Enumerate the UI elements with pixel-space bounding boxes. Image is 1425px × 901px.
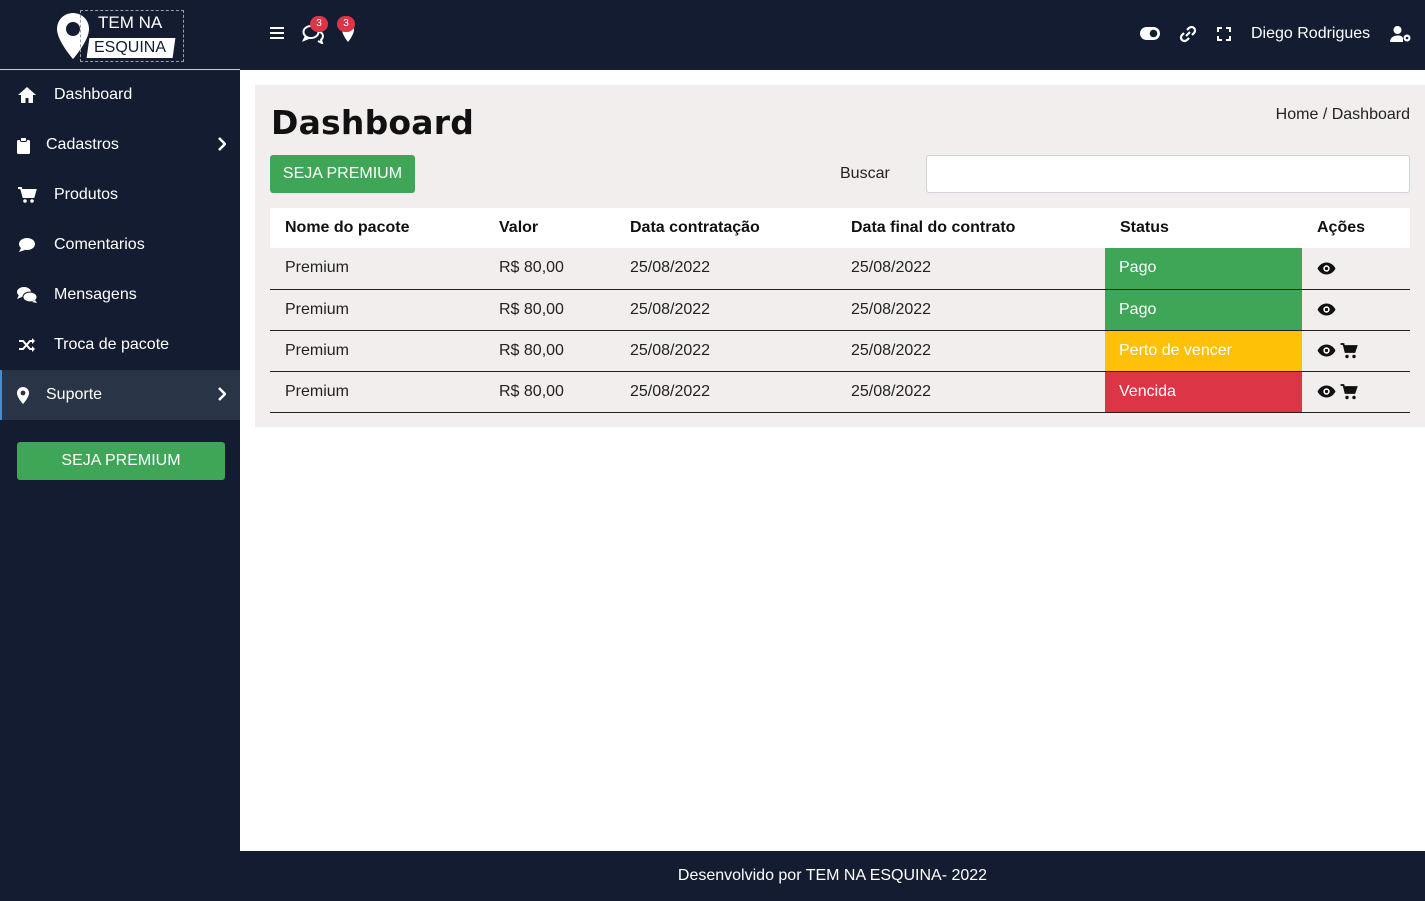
fullscreen-icon[interactable] [1217,27,1231,41]
column-header: Status [1105,208,1302,248]
contract-end-date: 25/08/2022 [836,371,1105,413]
package-value: R$ 80,00 [484,248,615,290]
contract-end-date: 25/08/2022 [836,289,1105,331]
packages-table: Nome do pacote Valor Data contratação Da… [270,208,1410,413]
sidebar-item-dashboard[interactable]: Dashboard [0,70,240,120]
contract-start-date: 25/08/2022 [615,289,836,331]
sidebar-item-produtos[interactable]: Produtos [0,170,240,220]
eye-icon[interactable] [1317,385,1336,398]
sidebar-item-label: Mensagens [54,286,137,303]
row-actions [1302,289,1410,331]
sidebar-item-label: Comentarios [54,236,145,253]
breadcrumb-separator: / [1322,106,1328,123]
cart-icon[interactable] [1340,342,1358,359]
package-value: R$ 80,00 [484,330,615,372]
location-badge: 3 [337,16,355,32]
row-actions [1302,371,1410,413]
sidebar-premium-button[interactable]: SEJA PREMIUM [17,442,225,480]
messages-button[interactable]: 3 [302,16,328,44]
row-actions [1302,248,1410,290]
status-badge: Vencida [1105,371,1302,413]
user-cog-icon[interactable] [1390,25,1412,43]
logo-line2: ESQUINA [86,38,176,58]
comments-icon [16,286,38,304]
sidebar-item-troca-de-pacote[interactable]: Troca de pacote [0,320,240,370]
breadcrumb-current: Dashboard [1331,106,1410,123]
package-name: Premium [270,289,484,331]
cart-icon [16,186,38,204]
breadcrumb: Home / Dashboard [1276,106,1410,124]
status-badge: Pago [1105,289,1302,331]
sidebar-item-label: Dashboard [54,86,133,103]
table-row: Premium R$ 80,00 25/08/2022 25/08/2022 V… [270,371,1410,413]
chevron-right-icon [217,387,227,406]
footer: Desenvolvido por TEM NA ESQUINA- 2022 [240,851,1425,901]
table-header-row: Nome do pacote Valor Data contratação Da… [270,208,1410,248]
contract-start-date: 25/08/2022 [615,248,836,290]
search-input[interactable] [926,155,1410,193]
theme-toggle-icon[interactable] [1140,27,1160,40]
column-header: Valor [484,208,615,248]
comment-icon [16,237,38,253]
search-label: Buscar [840,165,890,182]
status-badge: Perto de vencer [1105,330,1302,372]
map-marker-icon [16,386,30,404]
eye-icon[interactable] [1317,262,1336,275]
table-row: Premium R$ 80,00 25/08/2022 25/08/2022 P… [270,330,1410,372]
column-header: Ações [1302,208,1410,248]
sidebar-nav: Dashboard Cadastros Produtos Comentarios [0,70,240,420]
menu-icon[interactable] [270,27,284,39]
sidebar-item-label: Troca de pacote [54,336,170,353]
sidebar-item-cadastros[interactable]: Cadastros [0,120,240,170]
status-badge: Pago [1105,248,1302,290]
premium-button[interactable]: SEJA PREMIUM [270,155,415,193]
sidebar-item-mensagens[interactable]: Mensagens [0,270,240,320]
package-name: Premium [270,371,484,413]
sidebar-item-comentarios[interactable]: Comentarios [0,220,240,270]
sidebar-item-label: Suporte [46,386,103,403]
contract-start-date: 25/08/2022 [615,371,836,413]
table-row: Premium R$ 80,00 25/08/2022 25/08/2022 P… [270,248,1410,290]
cart-icon[interactable] [1340,383,1358,400]
messages-badge: 3 [310,16,328,32]
shuffle-icon [16,337,38,353]
logo-line1: TEM NA [94,13,167,33]
package-name: Premium [270,330,484,372]
user-name[interactable]: Diego Rodrigues [1251,25,1370,43]
sidebar: TEM NA ESQUINA Dashboard Cadastros Produ… [0,0,240,901]
clipboard-icon [16,136,30,154]
home-icon [16,86,38,104]
package-value: R$ 80,00 [484,289,615,331]
footer-text: Desenvolvido por TEM NA ESQUINA- 2022 [677,867,988,884]
contract-start-date: 25/08/2022 [615,330,836,372]
column-header: Nome do pacote [270,208,484,248]
column-header: Data contratação [615,208,836,248]
row-actions [1302,330,1410,372]
link-icon[interactable] [1178,25,1198,43]
contract-end-date: 25/08/2022 [836,330,1105,372]
eye-icon[interactable] [1317,303,1336,316]
sidebar-item-suporte[interactable]: Suporte [0,370,240,420]
column-header: Data final do contrato [836,208,1105,248]
sidebar-item-label: Produtos [54,186,119,203]
package-value: R$ 80,00 [484,371,615,413]
breadcrumb-home[interactable]: Home [1276,106,1319,123]
eye-icon[interactable] [1317,344,1336,357]
table-row: Premium R$ 80,00 25/08/2022 25/08/2022 P… [270,289,1410,331]
dashboard-panel: Dashboard Home / Dashboard SEJA PREMIUM … [255,85,1425,427]
location-button[interactable]: 3 [337,16,355,42]
contract-end-date: 25/08/2022 [836,248,1105,290]
logo-area: TEM NA ESQUINA [0,0,240,70]
topbar: 3 3 Diego Rodrigues [240,0,1425,70]
brand-logo[interactable]: TEM NA ESQUINA [56,10,184,62]
package-name: Premium [270,248,484,290]
chevron-right-icon [217,137,227,156]
sidebar-item-label: Cadastros [46,136,119,153]
page-title: Dashboard [271,103,475,142]
